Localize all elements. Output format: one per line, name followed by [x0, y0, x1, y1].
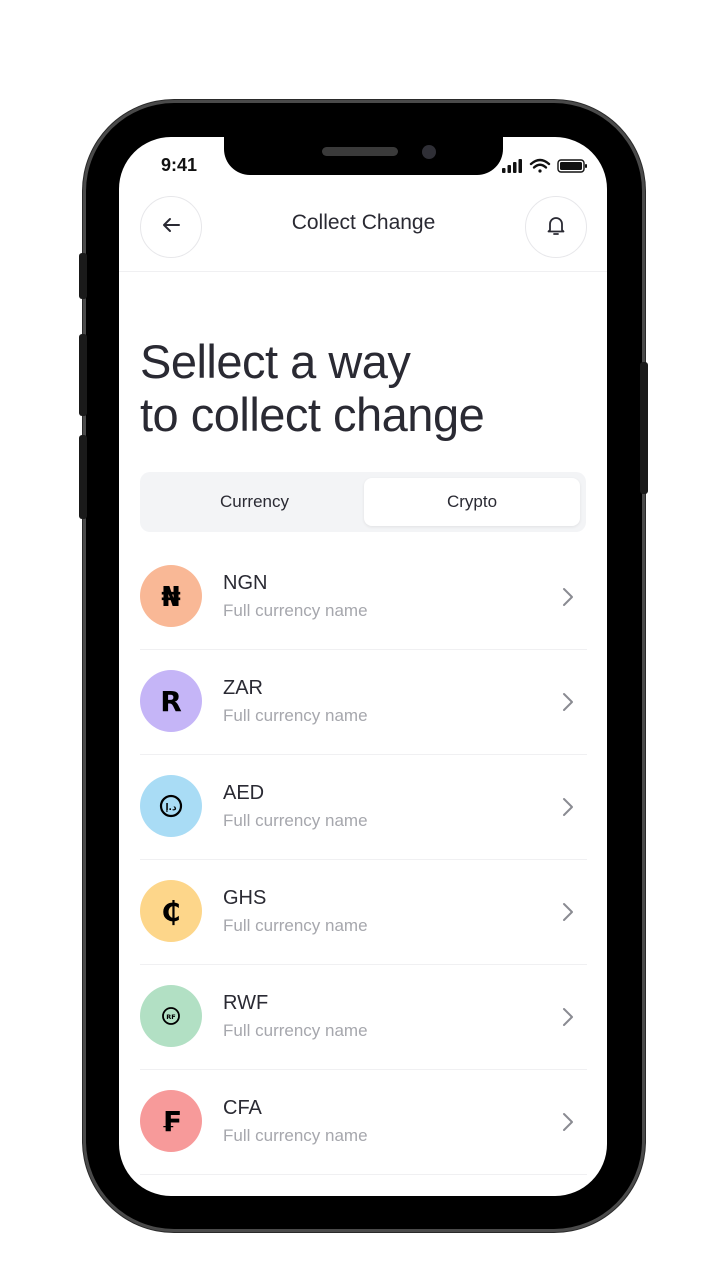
- franc-icon: ₣: [140, 1090, 202, 1152]
- currency-name: Full currency name: [223, 811, 368, 830]
- power-button: [640, 362, 648, 494]
- list-item-rwf[interactable]: RF RWF Full currency name: [140, 965, 587, 1070]
- header-divider: [119, 271, 607, 272]
- bell-icon: [544, 213, 568, 241]
- segmented-control: Currency Crypto: [140, 472, 586, 532]
- list-item-ghs[interactable]: ₵ GHS Full currency name: [140, 860, 587, 965]
- currency-code: ZAR: [223, 677, 263, 699]
- list-item-zar[interactable]: R ZAR Full currency name: [140, 650, 587, 755]
- currency-code: NGN: [223, 572, 268, 594]
- tab-currency[interactable]: Currency: [146, 478, 363, 526]
- heading-line-2: to collect change: [140, 388, 485, 441]
- status-time: 9:41: [161, 155, 198, 175]
- back-button[interactable]: [140, 196, 202, 258]
- list-item-aed[interactable]: د.إ AED Full currency name: [140, 755, 587, 860]
- signal-icon: [502, 159, 522, 173]
- currency-list: ₦ NGN Full currency name R ZAR Full curr…: [140, 545, 587, 1175]
- front-camera: [422, 145, 436, 159]
- notification-button[interactable]: [525, 196, 587, 258]
- mute-switch: [79, 253, 87, 299]
- dirham-icon: د.إ: [140, 775, 202, 837]
- notch: [224, 137, 503, 175]
- currency-code: AED: [223, 782, 265, 804]
- list-item-cfa[interactable]: ₣ CFA Full currency name: [140, 1070, 587, 1175]
- chevron-right-icon: [563, 588, 573, 606]
- svg-text:RF: RF: [166, 1013, 175, 1021]
- currency-name: Full currency name: [223, 916, 368, 935]
- speaker: [322, 147, 398, 156]
- heading-line-1: Sellect a way: [140, 335, 411, 388]
- status-icons: [502, 157, 588, 175]
- chevron-right-icon: [563, 903, 573, 921]
- franc-rwanda-icon: RF: [140, 985, 202, 1047]
- battery-icon: [557, 159, 587, 173]
- naira-icon: ₦: [140, 565, 202, 627]
- currency-name: Full currency name: [223, 1021, 368, 1040]
- svg-text:د.إ: د.إ: [165, 803, 177, 813]
- currency-name: Full currency name: [223, 601, 368, 620]
- volume-up-button: [79, 334, 87, 416]
- chevron-right-icon: [563, 1008, 573, 1026]
- currency-code: GHS: [223, 887, 267, 909]
- currency-name: Full currency name: [223, 1126, 368, 1145]
- cedi-icon: ₵: [140, 880, 202, 942]
- arrow-left-icon: [160, 214, 182, 240]
- list-item-ngn[interactable]: ₦ NGN Full currency name: [140, 545, 587, 650]
- main-heading: Sellect a way to collect change: [140, 335, 600, 441]
- rand-icon: R: [140, 670, 202, 732]
- volume-down-button: [79, 435, 87, 519]
- page-title: Collect Change: [291, 211, 436, 234]
- chevron-right-icon: [563, 693, 573, 711]
- currency-code: RWF: [223, 992, 269, 1014]
- currency-code: CFA: [223, 1097, 262, 1119]
- tab-crypto[interactable]: Crypto: [364, 478, 580, 526]
- chevron-right-icon: [563, 1113, 573, 1131]
- wifi-icon: [529, 158, 551, 173]
- chevron-right-icon: [563, 798, 573, 816]
- currency-name: Full currency name: [223, 706, 368, 725]
